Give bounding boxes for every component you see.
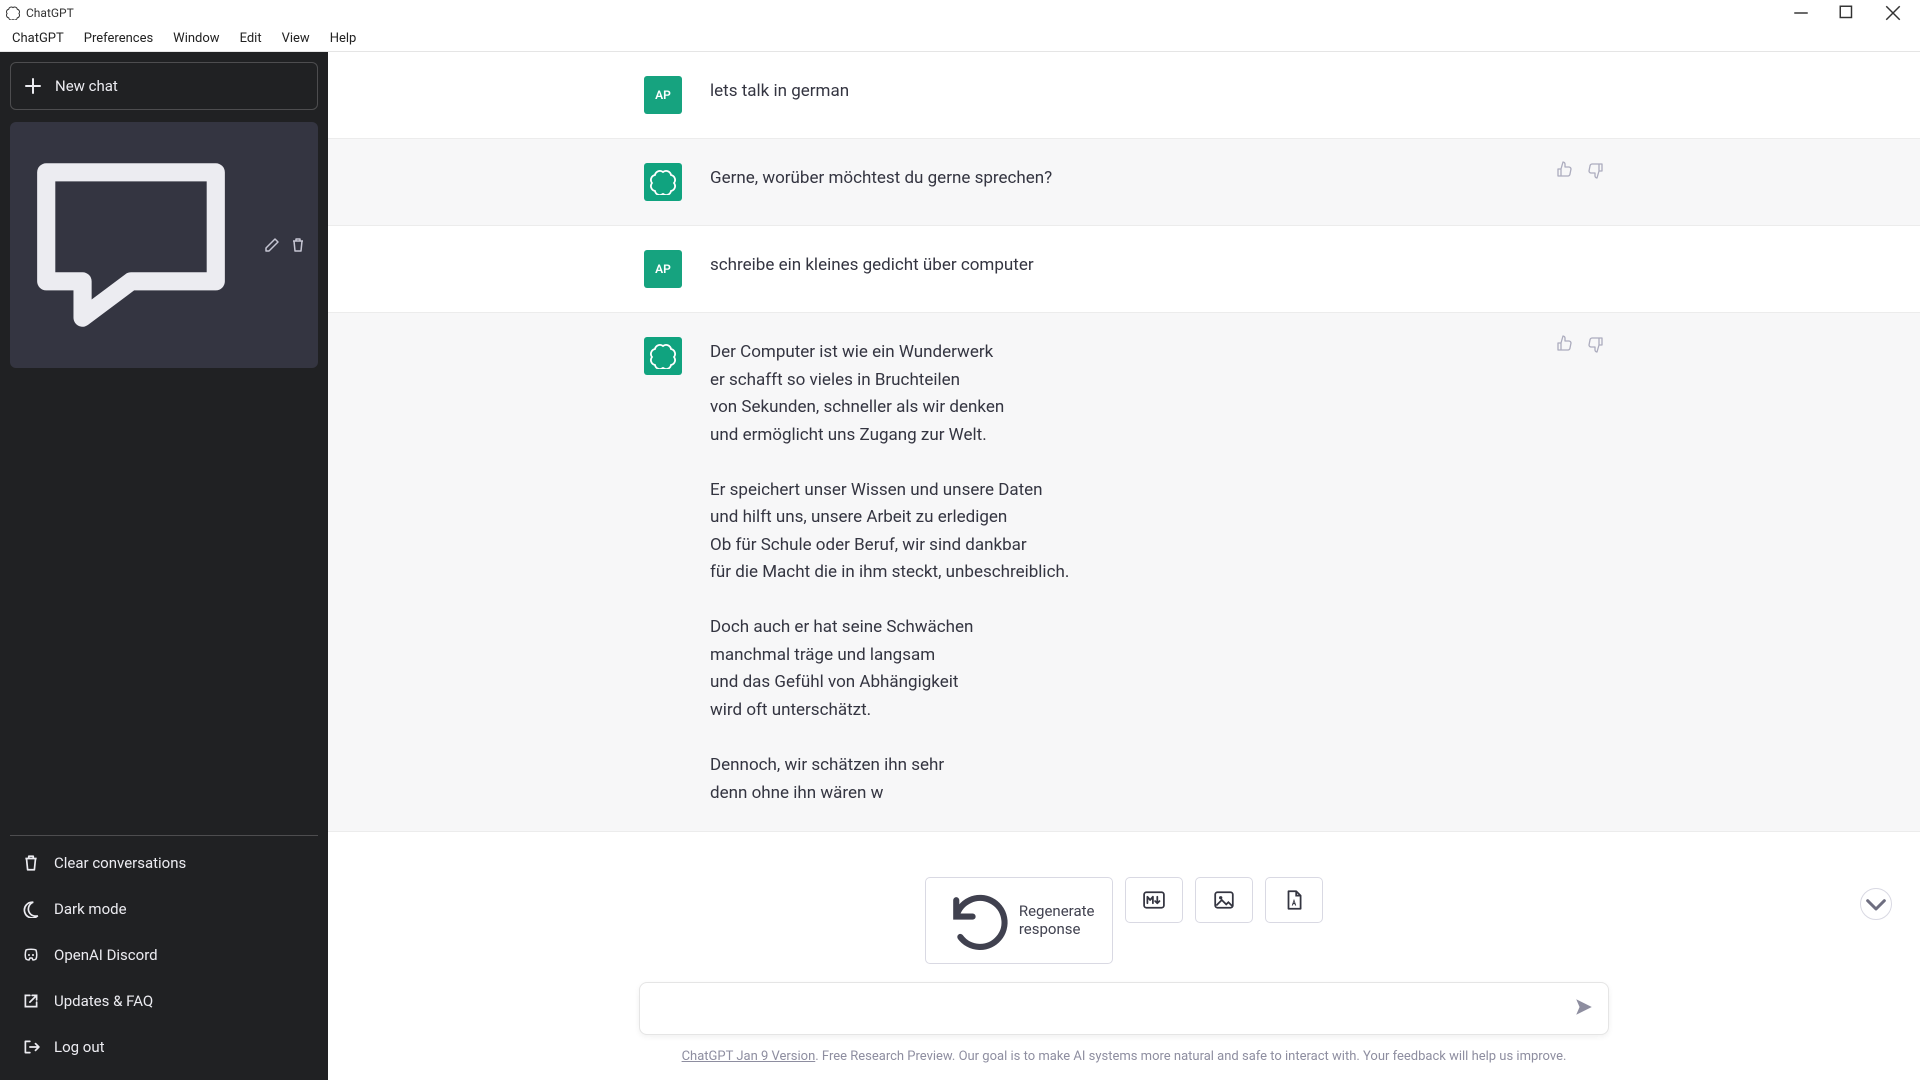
message-text: lets talk in german — [710, 76, 1604, 114]
menu-item[interactable]: Window — [163, 28, 229, 49]
sidebar: New chat German language conv Clear conv… — [0, 52, 328, 1080]
message-user: AP lets talk in german — [328, 52, 1920, 138]
menu-item[interactable]: Edit — [230, 28, 272, 49]
plus-icon — [25, 78, 41, 94]
menu-item[interactable]: Preferences — [74, 28, 163, 49]
trash-icon — [22, 854, 40, 872]
edit-icon[interactable] — [264, 237, 280, 253]
discord-icon — [22, 946, 40, 964]
menu-item[interactable]: View — [272, 28, 320, 49]
menubar: ChatGPT Preferences Window Edit View Hel… — [0, 26, 1920, 52]
assistant-avatar — [644, 163, 682, 201]
thumbs-down-icon[interactable] — [1586, 335, 1604, 353]
updates-faq-button[interactable]: Updates & FAQ — [10, 978, 318, 1024]
message-user: AP schreibe ein kleines gedicht über com… — [328, 226, 1920, 312]
message-text: Der Computer ist wie ein Wunderwerk er s… — [710, 337, 1604, 807]
thumbs-up-icon[interactable] — [1556, 161, 1574, 179]
assistant-avatar — [644, 337, 682, 375]
close-button[interactable] — [1884, 4, 1902, 22]
conversation-item[interactable]: German language conv — [10, 122, 318, 368]
menu-item[interactable]: ChatGPT — [2, 28, 74, 49]
export-markdown-button[interactable] — [1125, 877, 1183, 923]
window-title: ChatGPT — [26, 6, 74, 20]
message-assistant: Gerne, worüber möchtest du gerne spreche… — [328, 138, 1920, 226]
message-text: Gerne, worüber möchtest du gerne spreche… — [710, 163, 1604, 201]
pdf-icon — [1283, 889, 1305, 911]
clear-conversations-button[interactable]: Clear conversations — [10, 840, 318, 886]
sidebar-item-label: Clear conversations — [54, 854, 186, 872]
sidebar-item-label: OpenAI Discord — [54, 946, 158, 964]
regenerate-button[interactable]: Regenerate response — [925, 877, 1114, 964]
new-chat-label: New chat — [55, 77, 118, 95]
user-avatar: AP — [644, 250, 682, 288]
send-button[interactable] — [1574, 997, 1594, 1021]
thumbs-up-icon[interactable] — [1556, 335, 1574, 353]
logout-icon — [22, 1038, 40, 1056]
moon-icon — [22, 900, 40, 918]
message-assistant: Der Computer ist wie ein Wunderwerk er s… — [328, 312, 1920, 832]
sidebar-item-label: Updates & FAQ — [54, 992, 153, 1010]
titlebar: ChatGPT — [0, 0, 1920, 26]
menu-item[interactable]: Help — [320, 28, 367, 49]
markdown-icon — [1143, 889, 1165, 911]
message-input[interactable] — [658, 999, 1554, 1018]
send-icon — [1574, 997, 1594, 1017]
thumbs-down-icon[interactable] — [1586, 161, 1604, 179]
trash-icon[interactable] — [290, 237, 306, 253]
message-text: schreibe ein kleines gedicht über comput… — [710, 250, 1604, 288]
main: AP lets talk in german Gerne, worüber mö… — [328, 52, 1920, 1080]
user-avatar: AP — [644, 76, 682, 114]
discord-button[interactable]: OpenAI Discord — [10, 932, 318, 978]
sidebar-item-label: Dark mode — [54, 900, 127, 918]
regenerate-label: Regenerate response — [1019, 902, 1095, 938]
external-icon — [22, 992, 40, 1010]
sidebar-item-label: Log out — [54, 1038, 105, 1056]
image-icon — [1213, 889, 1235, 911]
dark-mode-button[interactable]: Dark mode — [10, 886, 318, 932]
app-icon — [6, 6, 20, 20]
refresh-icon — [944, 888, 1009, 953]
export-pdf-button[interactable] — [1265, 877, 1323, 923]
export-image-button[interactable] — [1195, 877, 1253, 923]
logout-button[interactable]: Log out — [10, 1024, 318, 1070]
scroll-to-bottom-button[interactable] — [1860, 888, 1892, 920]
chat-icon — [22, 136, 240, 354]
maximize-button[interactable] — [1838, 4, 1856, 22]
composer — [639, 982, 1609, 1035]
minimize-button[interactable] — [1792, 4, 1810, 22]
new-chat-button[interactable]: New chat — [10, 62, 318, 110]
